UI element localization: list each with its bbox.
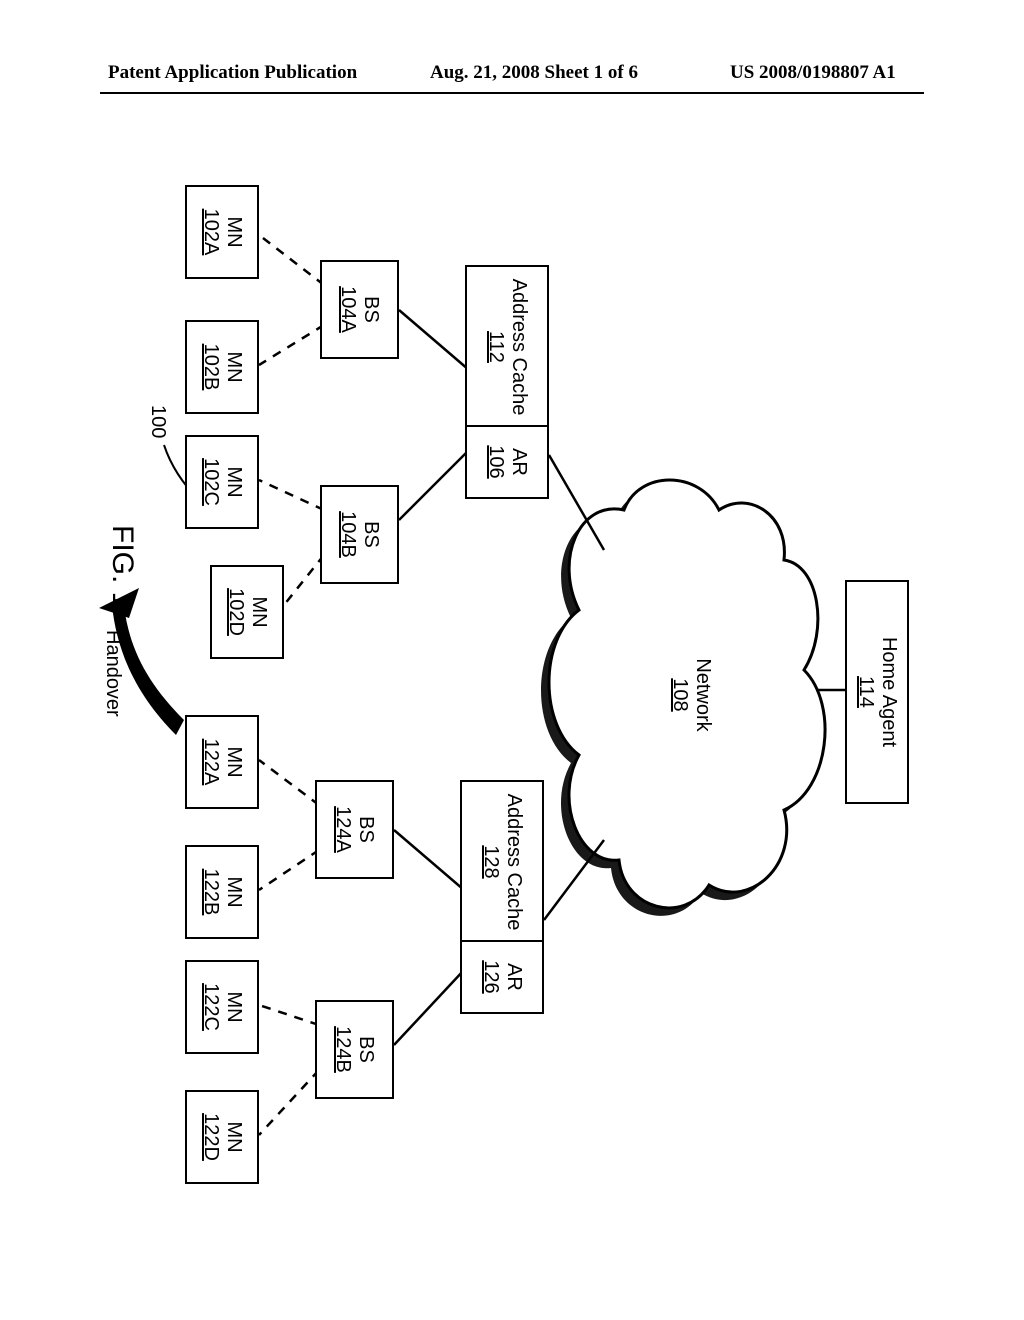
mn-102c-ref: 102C (199, 458, 222, 506)
bs-104a-ref: 104A (337, 286, 360, 333)
figure-caption: FIG. 1 (105, 525, 139, 608)
addr-left-title: Address Cache (507, 279, 530, 416)
mn-102d-ref: 102D (224, 588, 247, 636)
mn-122c-title: MN (222, 991, 245, 1022)
bs-124b-ref: 124B (332, 1026, 355, 1073)
link-bs124b-mn122c (259, 1005, 319, 1025)
box-mn-102a: MN 102A (185, 185, 259, 279)
link-bs104a-mn102b (259, 325, 324, 365)
mn-122d-title: MN (222, 1121, 245, 1152)
link-bs124a-mn122b (259, 850, 319, 890)
mn-102a-title: MN (222, 216, 245, 247)
home-agent-ref: 114 (854, 676, 877, 708)
mn-102a-ref: 102A (199, 209, 222, 256)
mn-122d-ref: 122D (199, 1113, 222, 1161)
mn-122b-title: MN (222, 876, 245, 907)
box-address-cache-128: Address Cache 128 (460, 780, 544, 944)
box-mn-102c: MN 102C (185, 435, 259, 529)
box-mn-122d: MN 122D (185, 1090, 259, 1184)
mn-102b-ref: 102B (199, 344, 222, 391)
ar-left-ref: 106 (484, 445, 507, 478)
link-bs124a-mn122a (259, 760, 319, 805)
box-mn-102d: MN 102D (210, 565, 284, 659)
link-ar106-bs104b (399, 450, 469, 520)
mn-102b-title: MN (222, 351, 245, 382)
box-bs-104a: BS 104A (320, 260, 399, 359)
ar-left-title: AR (507, 448, 530, 476)
page: Patent Application Publication Aug. 21, … (0, 0, 1024, 1320)
addr-left-ref: 112 (484, 331, 507, 363)
bs-124a-title: BS (355, 816, 378, 843)
box-ar-106: AR 106 (465, 425, 549, 499)
mn-122c-ref: 122C (199, 983, 222, 1031)
mn-122a-ref: 122A (199, 739, 222, 786)
bs-104a-title: BS (360, 296, 383, 323)
box-bs-104b: BS 104B (320, 485, 399, 584)
header-rule (100, 92, 924, 94)
header-middle: Aug. 21, 2008 Sheet 1 of 6 (430, 62, 638, 84)
link-ar126-bs124a (394, 830, 464, 890)
mn-122b-ref: 122B (199, 869, 222, 916)
box-mn-122b: MN 122B (185, 845, 259, 939)
link-ar106-bs104a (399, 310, 469, 370)
home-agent-title: Home Agent (877, 637, 900, 747)
ar-right-ref: 126 (479, 960, 502, 993)
box-mn-102b: MN 102B (185, 320, 259, 414)
bs-124b-title: BS (355, 1036, 378, 1063)
box-mn-122a: MN 122A (185, 715, 259, 809)
network-ref: 108 (668, 650, 691, 740)
link-bs104b-mn102d (284, 555, 324, 605)
page-header: Patent Application Publication Aug. 21, … (0, 62, 1024, 92)
bs-124a-ref: 124A (332, 806, 355, 853)
ref-100: 100 (146, 405, 169, 438)
figure-1: Home Agent 114 Network 108 Address Cache… (100, 150, 924, 1230)
header-left: Patent Application Publication (108, 62, 357, 84)
bs-104b-ref: 104B (337, 511, 360, 558)
mn-122a-title: MN (222, 746, 245, 777)
addr-right-ref: 128 (479, 845, 502, 878)
network-title: Network (691, 650, 714, 740)
box-bs-124b: BS 124B (315, 1000, 394, 1099)
mn-102d-title: MN (247, 596, 270, 627)
bs-104b-title: BS (360, 521, 383, 548)
figure-area: Home Agent 114 Network 108 Address Cache… (100, 150, 924, 1230)
link-bs104b-mn102c (259, 480, 324, 510)
network-label: Network 108 (668, 650, 714, 740)
header-right: US 2008/0198807 A1 (730, 62, 896, 84)
box-ar-126: AR 126 (460, 940, 544, 1014)
box-bs-124a: BS 124A (315, 780, 394, 879)
link-ar126-bs124b (394, 970, 464, 1045)
ar-right-title: AR (502, 963, 525, 991)
link-bs104a-mn102a (259, 235, 324, 285)
mn-102c-title: MN (222, 466, 245, 497)
handover-label: Handover (101, 630, 124, 717)
addr-right-title: Address Cache (502, 794, 525, 931)
link-network-ar126 (544, 840, 604, 920)
box-mn-122c: MN 122C (185, 960, 259, 1054)
box-home-agent: Home Agent 114 (845, 580, 909, 804)
link-bs124b-mn122d (259, 1070, 319, 1135)
box-address-cache-112: Address Cache 112 (465, 265, 549, 429)
